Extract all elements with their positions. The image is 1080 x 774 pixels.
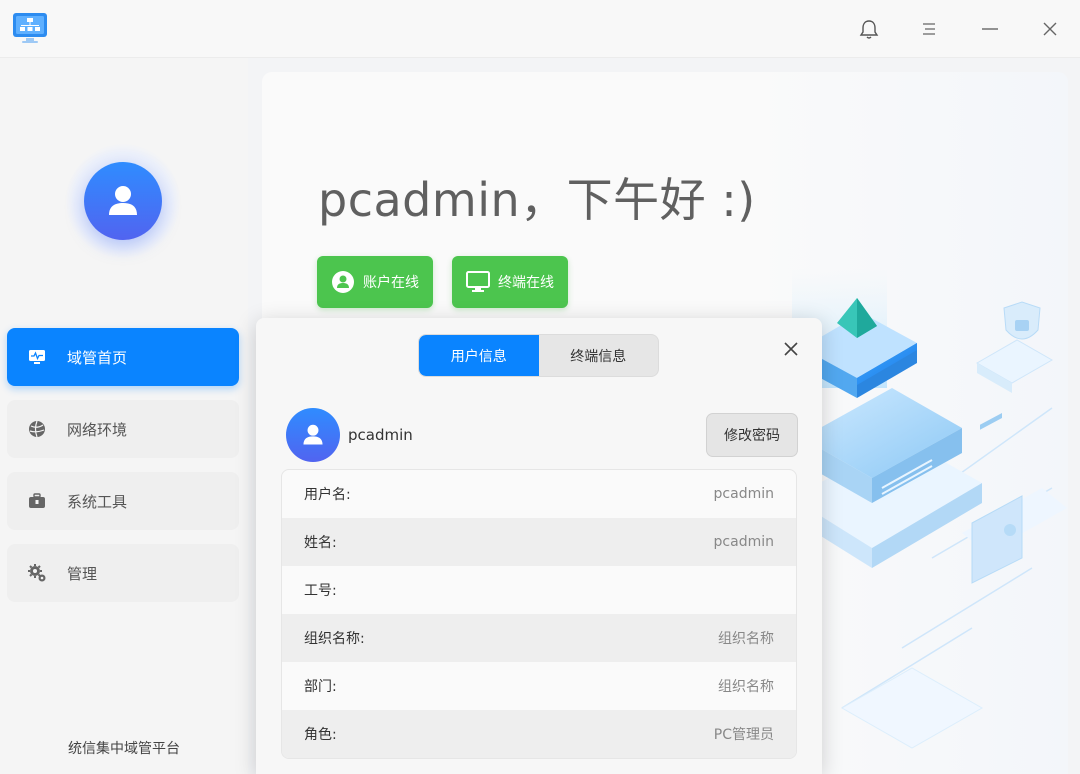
sidebar-item-manage[interactable]: 管理 [7, 544, 239, 602]
sidebar-item-label: 域管首页 [67, 348, 128, 367]
tab-user-info[interactable]: 用户信息 [419, 335, 539, 376]
dashboard-icon [27, 347, 47, 367]
dialog-tab-group: 用户信息 终端信息 [418, 334, 659, 377]
row-value: pcadmin [713, 486, 774, 502]
row-value: pcadmin [713, 534, 774, 550]
globe-icon [27, 419, 47, 439]
row-key: 工号: [304, 583, 337, 599]
sidebar-item-domain-home[interactable]: 域管首页 [7, 328, 239, 386]
title-bar [0, 0, 1080, 58]
sidebar-item-network[interactable]: 网络环境 [7, 400, 239, 458]
table-row: 工号: [282, 566, 796, 614]
toolbox-icon [27, 491, 47, 511]
change-password-button[interactable]: 修改密码 [706, 413, 798, 457]
row-value: PC管理员 [713, 727, 774, 743]
user-info-table: 用户名: pcadmin 姓名: pcadmin 工号: 组织名称: 组织名称 … [281, 469, 797, 759]
terminal-online-label: 终端在线 [498, 275, 554, 291]
row-key: 角色: [304, 727, 337, 743]
table-row: 角色: PC管理员 [282, 710, 796, 758]
sidebar-item-label: 网络环境 [67, 420, 128, 439]
sidebar-item-system-tools[interactable]: 系统工具 [7, 472, 239, 530]
account-online-label: 账户在线 [363, 275, 419, 291]
tab-terminal-info[interactable]: 终端信息 [539, 335, 659, 376]
table-row: 用户名: pcadmin [282, 470, 796, 518]
row-key: 用户名: [304, 487, 351, 503]
user-info-dialog: 用户信息 终端信息 pcadmin 修改密码 用户名: pcadmin 姓名: … [256, 318, 822, 774]
account-online-button[interactable]: 账户在线 [317, 256, 433, 308]
user-avatar [286, 408, 340, 462]
app-name-footer: 统信集中域管平台 [68, 741, 180, 757]
sidebar-avatar[interactable] [84, 162, 162, 240]
terminal-online-button[interactable]: 终端在线 [452, 256, 568, 308]
menu-icon[interactable] [914, 14, 944, 44]
user-name: pcadmin [348, 426, 413, 444]
dialog-close-button[interactable] [778, 336, 804, 362]
row-value: 组织名称 [718, 631, 774, 647]
gears-icon [27, 563, 47, 583]
greeting-title: pcadmin，下午好 :) [318, 173, 756, 227]
user-circle-icon [331, 270, 355, 294]
close-icon[interactable] [1035, 14, 1065, 44]
table-row: 姓名: pcadmin [282, 518, 796, 566]
monitor-icon [466, 270, 490, 294]
sidebar-item-label: 系统工具 [67, 492, 128, 511]
server-illustration [782, 268, 1068, 768]
table-row: 部门: 组织名称 [282, 662, 796, 710]
table-row: 组织名称: 组织名称 [282, 614, 796, 662]
close-icon [784, 342, 798, 356]
sidebar: 域管首页 网络环境 系统工具 管理 统信集中域管平台 [0, 58, 248, 774]
sidebar-item-label: 管理 [67, 564, 98, 583]
bell-icon[interactable] [854, 14, 884, 44]
row-key: 部门: [304, 679, 337, 695]
user-icon [303, 424, 323, 445]
user-icon [109, 186, 137, 215]
minimize-icon[interactable] [975, 14, 1005, 44]
row-key: 姓名: [304, 535, 337, 551]
app-logo-icon [12, 12, 48, 44]
row-key: 组织名称: [304, 631, 365, 647]
row-value: 组织名称 [718, 679, 774, 695]
